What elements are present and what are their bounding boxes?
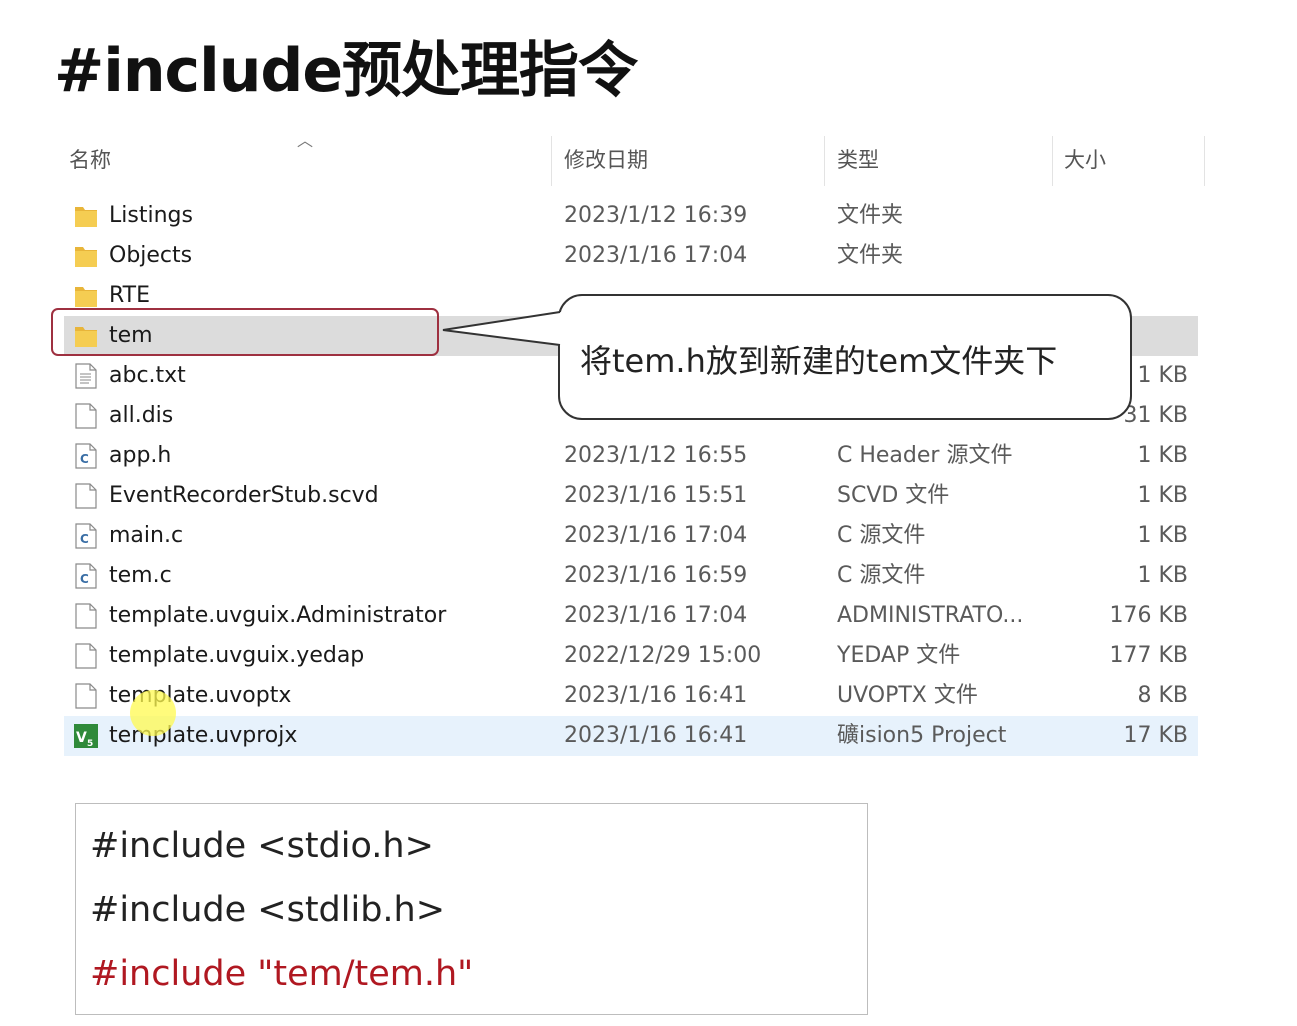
code-line: #include "tem/tem.h" (90, 954, 474, 994)
code-line: #include <stdio.h> (90, 826, 434, 866)
cursor-highlight (130, 690, 176, 736)
callout-text: 将tem.h放到新建的tem文件夹下 (580, 342, 1058, 380)
code-line: #include <stdlib.h> (90, 890, 446, 930)
